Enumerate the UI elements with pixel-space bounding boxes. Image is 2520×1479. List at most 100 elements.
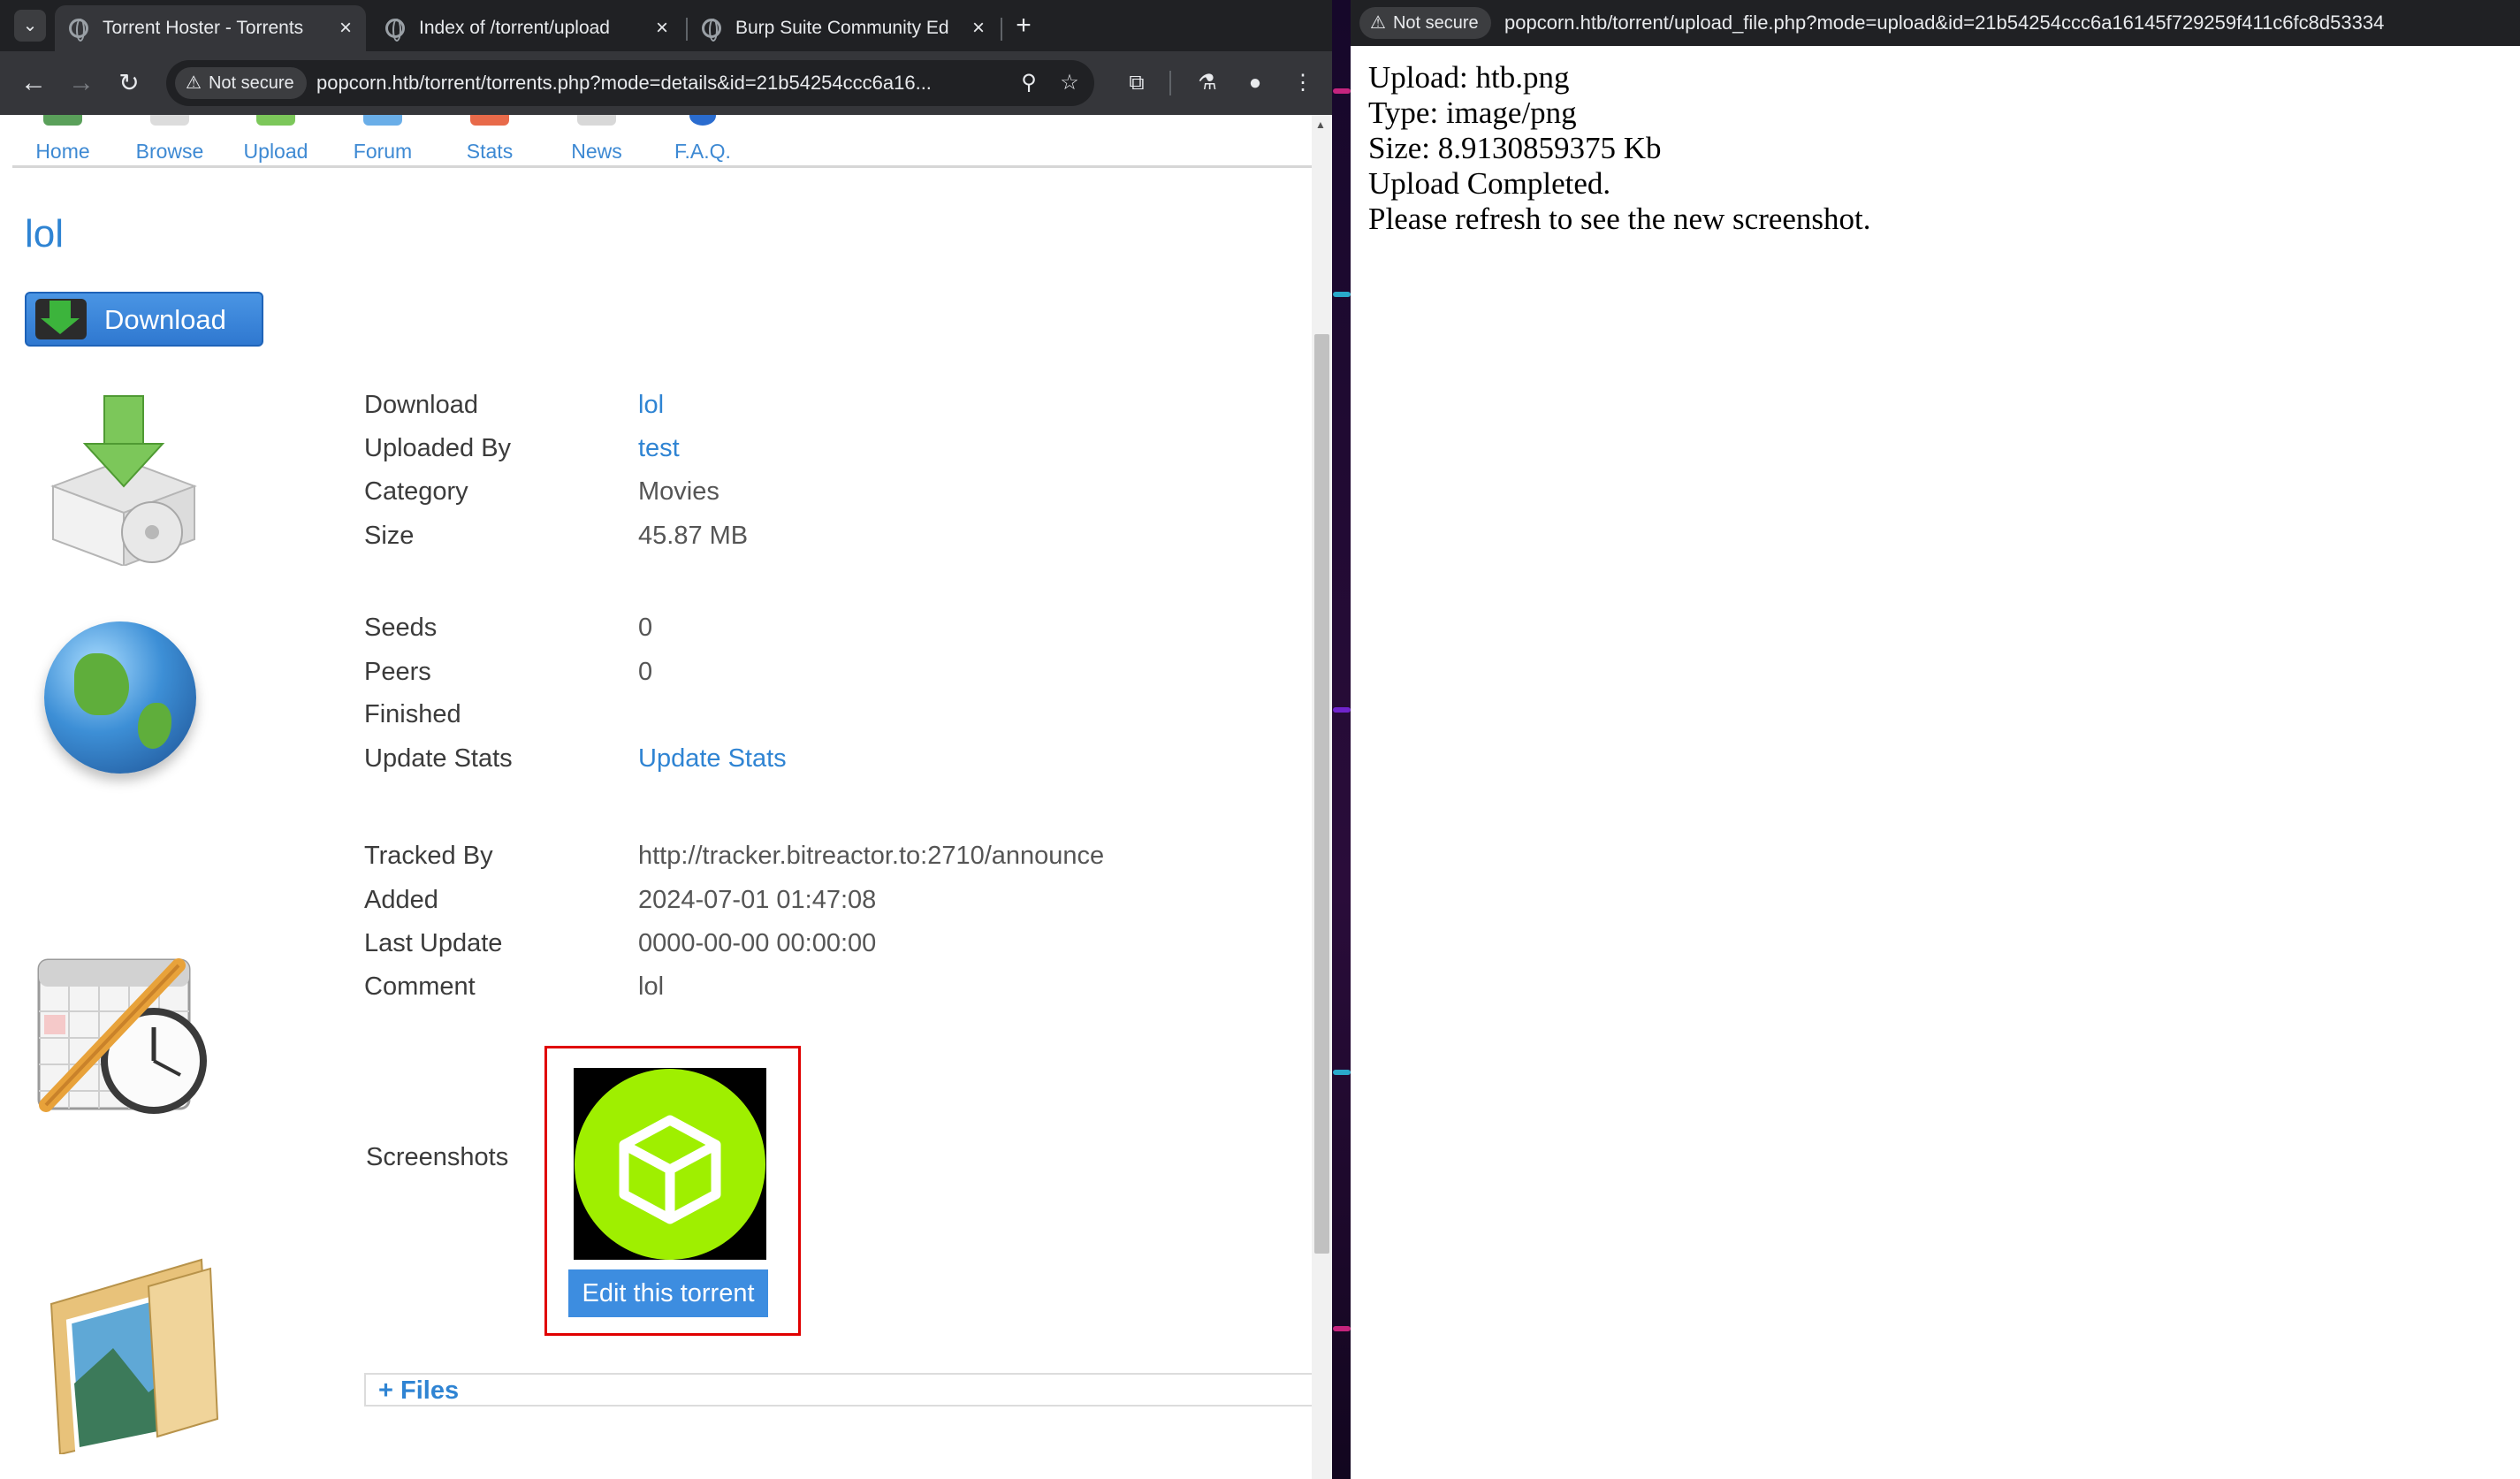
home-icon [43, 115, 82, 126]
upload-type: Type: image/png [1368, 95, 1577, 130]
forum-icon [363, 115, 402, 126]
nav-browse[interactable]: Browse [121, 115, 218, 164]
download-arrow-icon [35, 299, 87, 339]
screenshot-thumbnail[interactable] [574, 1068, 766, 1260]
comment-value: lol [638, 972, 665, 1001]
seeds-value: 0 [638, 614, 653, 642]
globe-icon [385, 19, 405, 42]
stats-icon [470, 115, 509, 126]
close-icon[interactable]: × [967, 16, 990, 41]
zoom-icon[interactable]: ⚲ [1013, 67, 1045, 99]
detail-label-tracked-by: Tracked By [364, 842, 493, 870]
category-value: Movies [638, 477, 719, 506]
back-arrow-icon[interactable]: ← [16, 65, 51, 101]
security-label: Not secure [1392, 13, 1479, 33]
profile-icon[interactable]: ● [1237, 65, 1273, 101]
upload-filename: Upload: htb.png [1368, 60, 1570, 95]
security-indicator[interactable]: ⚠ Not secure [1359, 7, 1491, 39]
url-text[interactable]: popcorn.htb/torrent/upload_file.php?mode… [1504, 0, 2512, 46]
security-indicator[interactable]: ⚠ Not secure [175, 67, 307, 99]
detail-label-finished: Finished [364, 700, 461, 728]
tab-search-button[interactable]: ⌄ [14, 10, 46, 42]
globe-icon [69, 19, 88, 42]
detail-label-uploaded-by: Uploaded By [364, 434, 512, 462]
tab-title: Index of /torrent/upload [419, 18, 610, 38]
torrent-title: lol [25, 212, 65, 255]
browser-toolbar: ← → ↻ ⚠ Not secure popcorn.htb/torrent/to… [0, 51, 1332, 115]
nav-faq[interactable]: F.A.Q. [654, 115, 751, 164]
star-icon[interactable]: ☆ [1054, 67, 1085, 99]
nav-home[interactable]: Home [14, 115, 111, 164]
nav-news[interactable]: News [548, 115, 645, 164]
nav-forum[interactable]: Forum [334, 115, 431, 164]
toolbar-separator [1169, 71, 1171, 95]
close-icon[interactable]: × [651, 16, 674, 41]
news-icon [577, 115, 616, 126]
scroll-up-arrow-icon[interactable]: ▲ [1315, 118, 1326, 131]
detail-label-update-stats: Update Stats [364, 744, 513, 773]
highlighted-screenshot-area: Edit this torrent [544, 1046, 801, 1336]
tab-torrent-hoster[interactable]: Torrent Hoster - Torrents × [55, 5, 366, 51]
reload-icon[interactable]: ↻ [111, 65, 147, 101]
warning-icon: ⚠ [1370, 13, 1386, 33]
files-section[interactable]: + Files [364, 1373, 1319, 1407]
nav-label: Browse [135, 140, 204, 163]
forward-arrow-icon[interactable]: → [64, 65, 99, 101]
puzzle-icon[interactable]: ⧉ [1119, 65, 1154, 101]
detail-label-seeds: Seeds [364, 614, 438, 642]
detail-label-added: Added [364, 886, 438, 914]
folder-pictures-icon [49, 1258, 219, 1454]
nav-stats[interactable]: Stats [441, 115, 538, 164]
tab-burp-suite[interactable]: Burp Suite Community Ed × [688, 5, 999, 51]
flask-icon[interactable]: ⚗ [1190, 65, 1225, 101]
nav-label: Forum [353, 140, 413, 163]
tab-title: Burp Suite Community Ed [735, 18, 949, 38]
nav-label: Stats [466, 140, 514, 163]
upload-result-text: Upload: htb.png Type: image/png Size: 8.… [1368, 60, 1871, 237]
address-bar[interactable]: ⚠ Not secure popcorn.htb/torrent/torrents… [166, 60, 1094, 106]
nav-label: Home [35, 140, 90, 163]
right-browser-window: ⚠ Not secure popcorn.htb/torrent/upload_f… [1351, 0, 2520, 1479]
download-button[interactable]: Download [25, 292, 263, 347]
close-icon[interactable]: × [334, 16, 357, 41]
added-value: 2024-07-01 01:47:08 [638, 886, 877, 914]
info-icon [689, 115, 716, 126]
files-toggle[interactable]: + Files [378, 1376, 459, 1406]
detail-label-peers: Peers [364, 658, 431, 686]
globe-icon [702, 19, 721, 42]
page-content: Home Browse Upload Forum Stats News F.A.… [0, 115, 1319, 1479]
tab-separator [1001, 18, 1002, 41]
nav-label: News [571, 140, 622, 163]
nav-label: Upload [243, 140, 308, 163]
browse-icon [150, 115, 189, 126]
upload-status: Upload Completed. [1368, 166, 1611, 201]
tab-title: Torrent Hoster - Torrents [103, 18, 304, 38]
detail-label-download: Download [364, 391, 478, 419]
size-value: 45.87 MB [638, 522, 749, 550]
edit-torrent-button[interactable]: Edit this torrent [568, 1269, 768, 1317]
site-navigation: Home Browse Upload Forum Stats News F.A.… [12, 115, 1312, 168]
screenshots-label: Screenshots [366, 1143, 509, 1171]
detail-label-comment: Comment [364, 972, 476, 1001]
url-text[interactable]: popcorn.htb/torrent/torrents.php?mode=de… [316, 60, 1015, 106]
tab-strip: ⌄ Torrent Hoster - Torrents × Index of /… [0, 0, 1332, 51]
upload-icon [256, 115, 295, 126]
globe-icon [44, 621, 196, 774]
tab-index-upload[interactable]: Index of /torrent/upload × [371, 5, 682, 51]
upload-size: Size: 8.9130859375 Kb [1368, 131, 1662, 165]
nav-upload[interactable]: Upload [227, 115, 324, 164]
address-bar[interactable]: ⚠ Not secure popcorn.htb/torrent/upload_f… [1351, 0, 2520, 46]
scrollbar-thumb[interactable] [1314, 334, 1329, 1254]
detail-label-category: Category [364, 477, 468, 506]
update-stats-link[interactable]: Update Stats [638, 744, 787, 774]
warning-icon: ⚠ [186, 73, 202, 93]
left-browser-window: ⌄ Torrent Hoster - Torrents × Index of /… [0, 0, 1332, 1479]
new-tab-button[interactable]: + [1008, 11, 1039, 42]
uploader-link[interactable]: test [638, 434, 680, 463]
last-update-value: 0000-00-00 00:00:00 [638, 929, 877, 957]
torrent-download-link[interactable]: lol [638, 391, 664, 420]
cube-icon [619, 1115, 721, 1224]
kebab-menu-icon[interactable]: ⋮ [1285, 65, 1321, 101]
calendar-clock-icon [37, 958, 207, 1114]
peers-value: 0 [638, 658, 653, 686]
